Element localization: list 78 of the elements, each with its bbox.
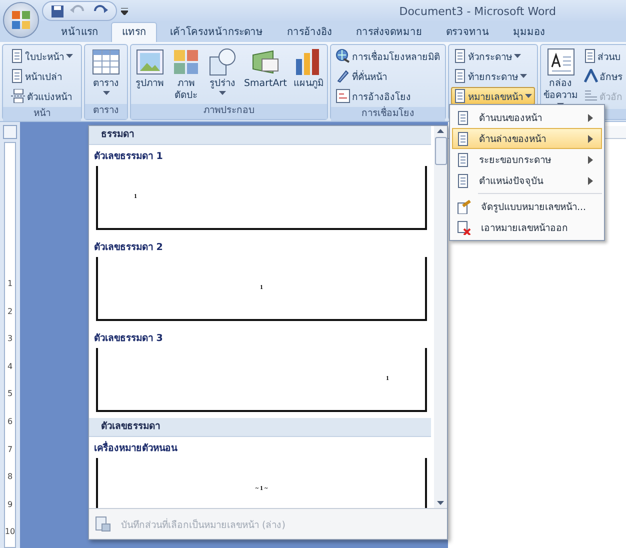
gallery-item-title: เครื่องหมายตัวหนอน [93,440,178,456]
save-icon [51,4,64,18]
ribbon-button[interactable]: หัวกระดาษ [451,47,535,65]
office-logo-icon [12,11,30,29]
cross-reference-icon [336,89,350,103]
ribbon-button[interactable]: ภาพ ตัดปะ [170,47,202,102]
ruler-number: 4 [7,362,13,371]
gallery-item-title: ตัวเลขธรรมดา 1 [93,150,164,164]
format-page-number-icon [457,200,471,214]
table-icon [91,47,121,77]
ribbon-button[interactable]: ใบปะหน้า [8,47,76,65]
group-label: ภาพประกอบ [131,104,327,119]
menu-item[interactable]: ระยะขอบกระดาษ [452,149,602,170]
section-heading: ธรรมดา [89,126,431,145]
menu-item[interactable]: จัดรูปแบบหมายเลขหน้า... [452,196,602,217]
menu-item[interactable]: ด้านล่างของหน้า [452,128,602,149]
ruler-number: 6 [7,416,13,426]
ribbon-button[interactable]: หน้าเปล่า [8,67,76,85]
scroll-down-icon [437,501,444,505]
picture-icon [134,47,165,77]
ruler-number: 7 [7,444,13,454]
ribbon-button[interactable]: รูปภาพ [134,47,166,102]
ribbon-button[interactable]: SmartArt [242,47,288,102]
scrollbar[interactable] [434,126,447,508]
ribbon-tab[interactable]: ตรวจทาน [435,22,500,42]
cover-page-icon [11,49,23,63]
blank-page-icon [11,69,23,83]
ribbon-button[interactable]: ท้ายกระดาษ [451,67,535,85]
ruler-number: 9 [7,500,13,509]
ribbon-tab[interactable]: การอ้างอิง [276,22,343,42]
ribbon-button[interactable]: ตาราง [90,47,122,102]
ribbon-button[interactable]: หมายเลขหน้า [451,87,535,105]
ribbon-button[interactable]: การอ้างอิงโยง [333,87,443,105]
menu-item[interactable]: ตำแหน่งปัจจุบัน [452,170,602,191]
ribbon-button[interactable]: แผนภูมิ [292,47,324,102]
ribbon-button[interactable]: ส่วนบ [580,47,626,65]
tab-selector-button[interactable] [3,125,17,139]
page-break-icon [11,89,25,103]
group-label: ตาราง [85,104,127,119]
ribbon-button[interactable]: อักษร [580,67,626,85]
ribbon-tab[interactable]: แทรก [111,22,157,42]
bookmark-icon [336,69,350,83]
ribbon-tab[interactable]: มุมมอง [502,22,556,42]
quick-parts-icon [584,49,596,63]
ribbon-button[interactable]: รูปร่าง [206,47,239,102]
gallery-item-title: ตัวเลขธรรมดา 2 [93,241,164,255]
ribbon-tab[interactable]: หน้าแรก [50,22,109,42]
menu-item[interactable]: เอาหมายเลขหน้าออก [452,217,602,238]
ruler-number: 8 [7,472,13,482]
ruler-number: 1 [7,279,13,288]
ribbon-button[interactable]: ตัวแบ่งหน้า [8,87,76,105]
gallery-item-title: ตัวเลขธรรมดา 3 [93,332,164,346]
customize-toolbar-icon [121,8,128,14]
group-label: การเชื่อมโยง [331,107,445,121]
ruler-number: 2 [7,306,13,316]
footer-icon [454,69,466,83]
page-icon [457,110,469,124]
scroll-up-icon [437,129,444,133]
window-title: Document3 - Microsoft Word [398,4,557,18]
remove-page-number-icon [457,220,471,234]
save-selection-icon [95,516,111,532]
section-heading: ตัวเลขธรรมดา [89,418,431,437]
page-icon [457,174,469,188]
shapes-icon [208,47,238,77]
scrollbar-thumb[interactable] [434,137,446,165]
ruler-number: 5 [7,389,13,398]
ruler-number: 3 [7,334,13,344]
ruler-number: 10 [4,527,16,536]
group-label: หน้า [3,107,81,121]
header-icon [454,49,466,63]
page-icon [457,132,469,146]
text-box-icon [546,47,576,77]
ribbon-tab[interactable]: เค้าโครงหน้ากระดาษ [159,22,274,42]
ribbon-button[interactable]: ที่คั่นหน้า [333,67,443,85]
page-icon [457,152,469,166]
ribbon-tab[interactable]: การส่งจดหมาย [345,22,433,42]
ribbon-button[interactable]: การเชื่อมโยงหลายมิติ [333,47,443,65]
menu-item[interactable]: ด้านบนของหน้า [452,107,602,128]
